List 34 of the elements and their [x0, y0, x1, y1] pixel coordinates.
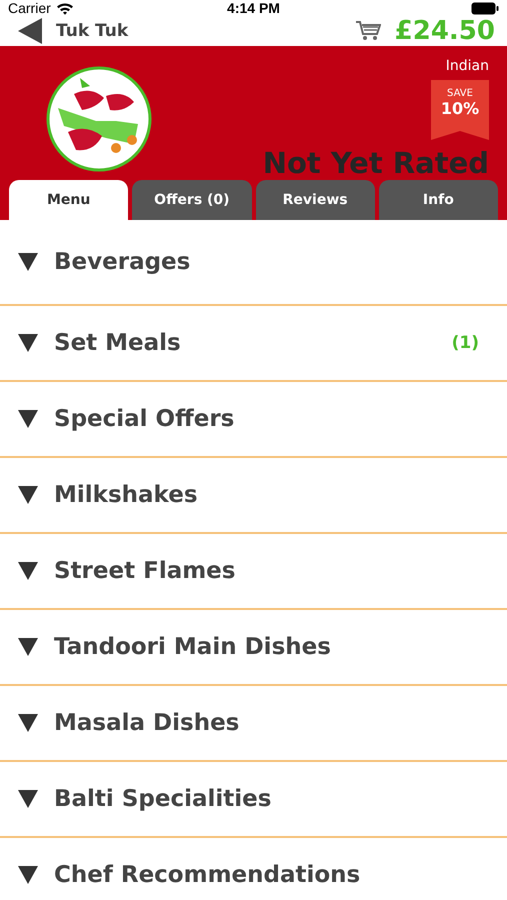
rating-text: Not Yet Rated [262, 146, 489, 180]
item-count: (1) [452, 333, 479, 353]
status-time: 4:14 PM [227, 0, 280, 16]
category-name[interactable]: Masala Dishes [54, 710, 479, 736]
expand-triangle-icon[interactable] [18, 253, 38, 271]
expand-triangle-icon[interactable] [18, 714, 38, 732]
category-name[interactable]: Tandoori Main Dishes [54, 634, 479, 660]
expand-triangle-icon[interactable] [18, 334, 38, 352]
tab[interactable]: Menu [9, 180, 128, 220]
save-label: SAVE [447, 88, 473, 99]
category-name[interactable]: Street Flames [54, 558, 479, 584]
cart-icon[interactable] [354, 20, 381, 42]
tab[interactable]: Info [378, 180, 498, 220]
nav-title: Tuk Tuk [56, 21, 130, 41]
category-name[interactable]: Beverages [54, 249, 479, 275]
wifi-icon [56, 2, 74, 14]
battery-icon [471, 2, 499, 14]
category-name[interactable]: Set Meals [54, 330, 436, 356]
save-amount: 10% [440, 99, 480, 118]
expand-triangle-icon[interactable] [18, 866, 38, 884]
carrier-name: Carrier [8, 0, 51, 16]
category-name[interactable]: Special Offers [54, 406, 479, 432]
tab[interactable]: Reviews [256, 180, 375, 220]
cuisine-label: Indian [446, 58, 489, 74]
category-name[interactable]: Milkshakes [54, 482, 479, 508]
category-name[interactable]: Balti Specialities [54, 786, 479, 812]
expand-triangle-icon[interactable] [18, 562, 38, 580]
expand-triangle-icon[interactable] [18, 486, 38, 504]
back-icon[interactable] [18, 18, 42, 44]
category-name[interactable]: Chef Recommendations [54, 862, 479, 888]
expand-triangle-icon[interactable] [18, 790, 38, 808]
expand-triangle-icon[interactable] [18, 638, 38, 656]
tab[interactable]: Offers (0) [132, 180, 252, 220]
expand-triangle-icon[interactable] [18, 410, 38, 428]
